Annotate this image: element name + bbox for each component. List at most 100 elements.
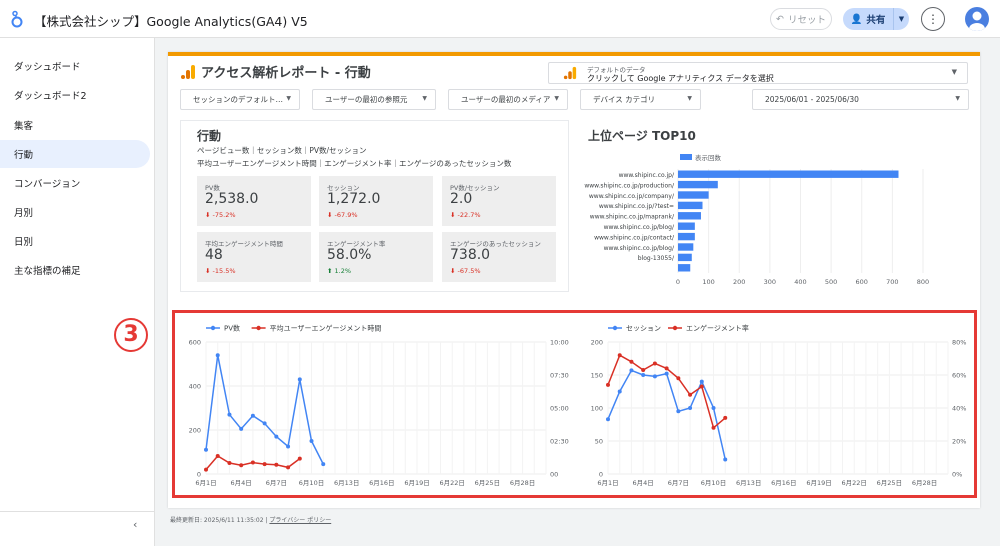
scorecard-change: ⬇ -22.7% <box>450 211 481 219</box>
looker-studio-logo-icon[interactable] <box>10 10 24 28</box>
filter-label: デバイス カテゴリ <box>593 95 656 104</box>
report-name[interactable]: 【株式会社シップ】Google Analytics(GA4) V5 <box>34 11 308 30</box>
bar <box>678 243 694 251</box>
scorecard-change: ⬇ -15.5% <box>205 267 236 275</box>
panel-subtitle-1: ページビュー数｜セッション数｜PV数/セッション <box>197 146 367 155</box>
collapse-sidebar-icon[interactable]: ‹ <box>133 518 137 531</box>
bar <box>678 201 703 210</box>
undo-icon: ↶ <box>776 13 784 25</box>
more-vert-icon: ⋮ <box>927 12 939 26</box>
x-tick-label: 400 <box>794 278 806 286</box>
filter-session-default[interactable]: セッションのデフォルト… ▼ <box>180 89 300 110</box>
annotation-number-badge: 3 <box>110 314 152 356</box>
filter-device-category[interactable]: デバイス カテゴリ ▼ <box>580 89 701 110</box>
category-label: www.shipinc.co.jp/blog/ <box>604 224 675 231</box>
report-footer: 最終更新日: 2025/6/11 11:35:02 | プライバシー ポリシー <box>170 517 332 524</box>
category-label: www.shipinc.co.jp/maprank/ <box>590 214 675 221</box>
date-range-picker[interactable]: 2025/06/01 - 2025/06/30 ▼ <box>752 89 969 110</box>
x-tick-label: 600 <box>856 278 868 286</box>
analytics-icon <box>181 65 195 79</box>
category-label: www.shipinc.co.jp/company/ <box>589 193 675 200</box>
scorecard-engagement-rate[interactable]: エンゲージメント率 58.0% ⬆ 1.2% <box>319 232 433 282</box>
scorecard-engaged-sessions[interactable]: エンゲージのあったセッション 738.0 ⬇ -67.5% <box>442 232 556 282</box>
scorecard-sessions[interactable]: セッション 1,272.0 ⬇ -67.9% <box>319 176 433 226</box>
data-source-selector[interactable]: デフォルトのデータ クリックして Google アナリティクス データを選択 ▼ <box>548 62 968 84</box>
page-navigation: ダッシュボード ダッシュボード2 集客 行動 コンバージョン 月別 日別 主な指… <box>0 38 155 546</box>
share-button[interactable]: 👤 共有 <box>843 8 893 30</box>
scorecard-pv-per-session[interactable]: PV数/セッション 2.0 ⬇ -22.7% <box>442 176 556 226</box>
scorecard-value: 1,272.0 <box>327 191 381 207</box>
reset-label: リセット <box>787 15 826 26</box>
scorecard-change: ⬇ -67.5% <box>450 267 481 275</box>
top-pages-bar-chart[interactable]: 0 100 200 300 400 500 600 700 800 www.shipinc.co.… <box>568 164 948 294</box>
scorecard-value: 738.0 <box>450 247 491 263</box>
bar <box>678 232 695 241</box>
annotation-highlight-box <box>172 310 977 498</box>
report-title: アクセス解析レポート - 行動 <box>201 66 371 81</box>
category-label: www.shipinc.co.jp/?test= <box>599 203 674 210</box>
nav-item-daily[interactable]: 日別 <box>0 227 150 255</box>
more-options-button[interactable]: ⋮ <box>921 7 945 31</box>
category-label: blog-13055/ <box>638 255 675 262</box>
bar <box>678 212 701 220</box>
bar <box>678 170 899 178</box>
nav-item-dashboard2[interactable]: ダッシュボード2 <box>0 81 150 109</box>
scorecard-change: ⬇ -75.2% <box>205 211 236 219</box>
analytics-icon <box>563 66 577 80</box>
chart-legend: 表示回数 <box>680 152 721 162</box>
scorecard-change: ⬇ -67.9% <box>327 211 358 219</box>
date-range-label: 2025/06/01 - 2025/06/30 <box>765 95 859 104</box>
legend-label: 表示回数 <box>695 154 721 162</box>
category-label: www.shipinc.co.jp/blog/ <box>604 245 675 252</box>
top-pages-title: 上位ページ TOP10 <box>588 129 696 143</box>
filter-label: ユーザーの最初の参照元 <box>325 95 408 104</box>
top-bar: 【株式会社シップ】Google Analytics(GA4) V5 ↶ リセット… <box>0 0 1000 38</box>
bar <box>678 222 695 230</box>
caret-down-icon: ▼ <box>898 15 905 23</box>
caret-down-icon: ▼ <box>286 95 291 102</box>
x-tick-label: 300 <box>764 278 776 286</box>
nav-item-dashboard[interactable]: ダッシュボード <box>0 52 150 80</box>
last-updated-text: 最終更新日: 2025/6/11 11:35:02 <box>170 517 264 524</box>
nav-item-conversion[interactable]: コンバージョン <box>0 169 150 197</box>
panel-subtitle-2: 平均ユーザーエンゲージメント時間｜エンゲージメント率｜エンゲージのあったセッショ… <box>197 159 512 168</box>
x-tick-label: 500 <box>825 278 837 286</box>
share-label: 共有 <box>866 15 886 26</box>
add-person-icon: 👤 <box>850 13 863 25</box>
filter-first-user-medium[interactable]: ユーザーの最初のメディア ▼ <box>448 89 568 110</box>
x-tick-label: 700 <box>886 278 898 286</box>
panel-heading: 行動 <box>197 129 222 143</box>
bar <box>678 264 691 272</box>
scorecard-pv[interactable]: PV数 2,538.0 ⬇ -75.2% <box>197 176 311 226</box>
x-tick-label: 0 <box>676 278 680 286</box>
caret-down-icon: ▼ <box>422 95 427 102</box>
nav-item-behavior[interactable]: 行動 <box>0 140 150 168</box>
share-dropdown-button[interactable]: ▼ <box>893 8 909 30</box>
nav-item-metrics-notes[interactable]: 主な指標の補足 <box>0 256 150 284</box>
category-label: www.shipinc.co.jp/ <box>619 172 675 179</box>
nav-item-monthly[interactable]: 月別 <box>0 198 150 226</box>
x-tick-label: 200 <box>733 278 745 286</box>
scorecard-value: 48 <box>205 247 223 263</box>
filter-label: セッションのデフォルト… <box>193 95 283 104</box>
caret-down-icon: ▼ <box>955 95 960 102</box>
avatar[interactable] <box>965 7 989 31</box>
bar <box>678 253 692 262</box>
sidebar-divider <box>0 511 155 512</box>
caret-down-icon: ▼ <box>554 95 559 102</box>
scorecard-change: ⬆ 1.2% <box>327 267 352 275</box>
x-tick-label: 100 <box>702 278 714 286</box>
category-label: www.shipinc.co.jp/production/ <box>584 182 675 189</box>
header-accent-bar <box>168 52 980 56</box>
reset-button[interactable]: ↶ リセット <box>770 8 832 30</box>
account-icon <box>969 11 985 31</box>
nav-item-acquisition[interactable]: 集客 <box>0 111 150 139</box>
privacy-policy-link[interactable]: プライバシー ポリシー <box>269 517 331 524</box>
filter-label: ユーザーの最初のメディア <box>461 95 551 104</box>
filter-first-user-source[interactable]: ユーザーの最初の参照元 ▼ <box>312 89 436 110</box>
annotation-number: 3 <box>123 322 139 347</box>
scorecard-value: 58.0% <box>327 247 372 263</box>
scorecard-avg-engagement-time[interactable]: 平均エンゲージメント時間 48 ⬇ -15.5% <box>197 232 311 282</box>
category-label: www.shipinc.co.jp/contact/ <box>594 234 675 241</box>
bar <box>678 191 709 199</box>
